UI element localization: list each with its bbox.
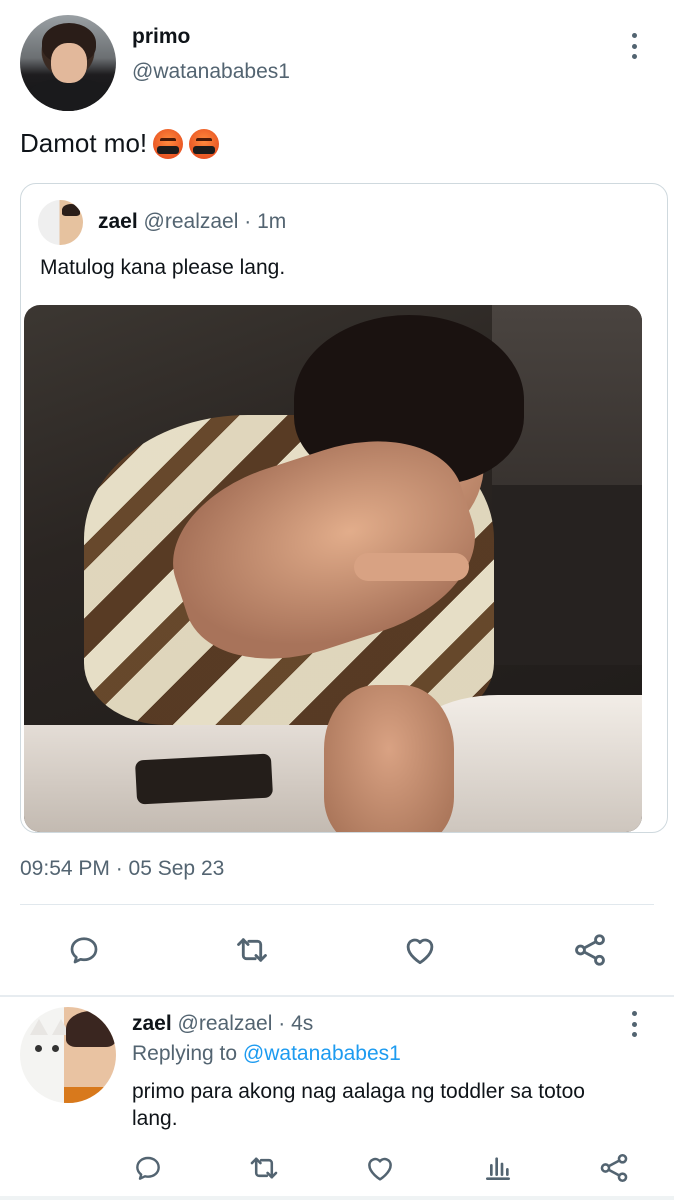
reply-author-avatar[interactable]: [20, 1007, 116, 1103]
photo-finger: [354, 553, 469, 581]
avatar-face: [51, 43, 87, 83]
reply-reply-icon[interactable]: [128, 1148, 168, 1188]
avatar-hair: [66, 1011, 116, 1047]
author-handle[interactable]: @watanababes1: [132, 60, 290, 84]
quoted-tweet-text: Matulog kana please lang.: [40, 256, 286, 279]
reply-time: · 4s: [278, 1012, 314, 1035]
cursing-emoji-icon: [189, 128, 220, 159]
retweet-icon[interactable]: [232, 930, 272, 970]
reply-author-handle[interactable]: @realzael: [178, 1012, 273, 1035]
reply-meta: zael @realzael · 4s: [132, 1012, 313, 1036]
tweet-text-content: Damot mo!: [20, 128, 148, 158]
avatar-body: [26, 79, 112, 111]
reply-share-icon[interactable]: [594, 1148, 634, 1188]
quoted-author-avatar[interactable]: [38, 200, 83, 245]
like-heart-icon[interactable]: [400, 930, 440, 970]
tweet-timestamp: 09:54 PM · 05 Sep 23: [20, 857, 225, 880]
reply-like-heart-icon[interactable]: [360, 1148, 400, 1188]
reply-text: primo para akong nag aalaga ng toddler s…: [132, 1080, 585, 1130]
bottom-divider: [0, 1196, 674, 1200]
replying-to-label: Replying to: [132, 1042, 238, 1065]
share-icon[interactable]: [570, 930, 610, 970]
reply-retweet-icon[interactable]: [244, 1148, 284, 1188]
author-display-name[interactable]: primo: [132, 25, 190, 49]
cursing-emoji-icon: [153, 128, 184, 159]
replying-to-mention[interactable]: @watanababes1: [243, 1042, 401, 1065]
section-divider: [0, 995, 674, 997]
photo-headboard: [492, 485, 642, 665]
avatar-cat-ear: [30, 1019, 48, 1035]
reply-icon[interactable]: [64, 930, 104, 970]
author-avatar[interactable]: [20, 15, 116, 111]
quoted-tweet-time: · 1m: [244, 210, 287, 233]
photo-phone: [134, 753, 274, 805]
quoted-author-handle[interactable]: @realzael: [144, 210, 239, 233]
divider: [20, 904, 654, 905]
reply-more-options-icon[interactable]: [624, 1011, 644, 1037]
avatar-cat-eye: [52, 1045, 59, 1052]
quoted-tweet-photo[interactable]: [24, 305, 642, 832]
quoted-tweet-meta: zael @realzael · 1m: [98, 210, 286, 234]
avatar-shirt: [64, 1087, 116, 1103]
photo-arm: [324, 685, 454, 832]
quoted-author-name[interactable]: zael: [98, 210, 138, 233]
views-icon[interactable]: [478, 1148, 518, 1188]
reply-author-name[interactable]: zael: [132, 1012, 172, 1035]
replying-to-line: Replying to @watanababes1: [132, 1042, 401, 1066]
tweet-text: Damot mo!: [20, 128, 220, 159]
more-options-icon[interactable]: [624, 33, 644, 59]
avatar-cat-eye: [35, 1045, 42, 1052]
